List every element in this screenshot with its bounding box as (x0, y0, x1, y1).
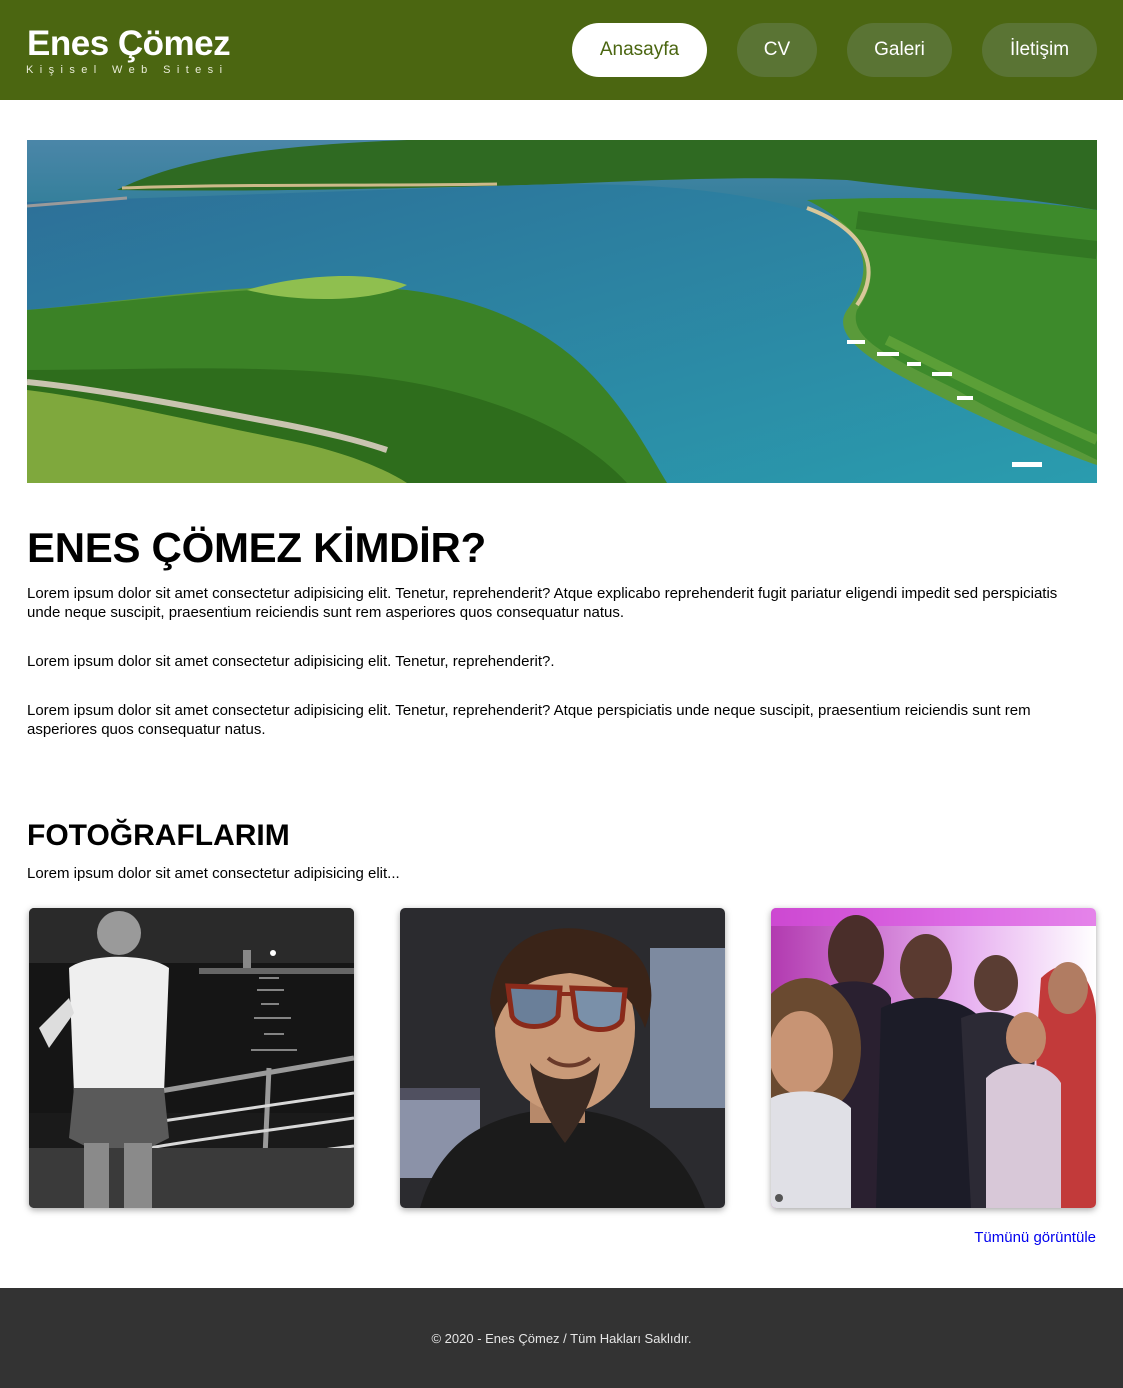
nav-contact[interactable]: İletişim (982, 23, 1097, 77)
photos-description: Lorem ipsum dolor sit amet consectetur a… (27, 865, 400, 882)
about-paragraph: Lorem ipsum dolor sit amet consectetur a… (27, 702, 1031, 738)
photos-title: FOTOĞRAFLARIM (27, 819, 290, 852)
about-paragraph: Lorem ipsum dolor sit amet consectetur a… (27, 585, 1058, 621)
about-title: ENES ÇÖMEZ KİMDİR? (27, 524, 486, 571)
site-footer: © 2020 - Enes Çömez / Tüm Hakları Saklıd… (0, 1288, 1123, 1388)
site-title[interactable]: Enes Çömez (27, 24, 231, 64)
site-subtitle: Kişisel Web Sitesi (26, 64, 229, 76)
nav-home[interactable]: Anasayfa (572, 23, 707, 77)
photo-thumbnail-group-selfie[interactable] (771, 908, 1096, 1208)
brand[interactable]: Enes Çömez Kişisel Web Sitesi (26, 24, 231, 76)
site-header: Enes Çömez Kişisel Web Sitesi Anasayfa C… (0, 0, 1123, 100)
nav-cv[interactable]: CV (737, 23, 817, 77)
about-paragraph: Lorem ipsum dolor sit amet consectetur a… (27, 653, 555, 670)
photo-thumbnail-car-selfie[interactable] (400, 908, 725, 1208)
hero-landscape-image (27, 140, 1097, 483)
nav-gallery[interactable]: Galeri (847, 23, 952, 77)
copyright-text: © 2020 - Enes Çömez / Tüm Hakları Saklıd… (431, 1330, 692, 1346)
view-all-photos-link[interactable]: Tümünü görüntüle (974, 1229, 1096, 1246)
photo-thumbnail-night-seaside[interactable] (29, 908, 354, 1208)
